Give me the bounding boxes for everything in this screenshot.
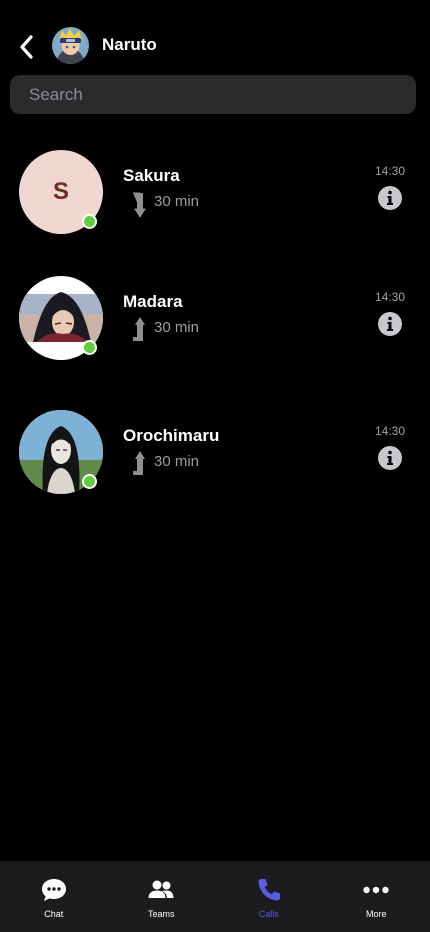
call-duration: 30 min <box>154 319 200 336</box>
online-status-dot <box>82 340 97 355</box>
search-input[interactable] <box>10 75 416 114</box>
call-time: 14:30 <box>374 424 405 438</box>
bottom-tab-bar: Chat Teams Calls More <box>0 861 430 932</box>
tab-chat[interactable]: Chat <box>0 861 108 932</box>
contact-name: Madara <box>123 292 183 311</box>
call-time: 14:30 <box>374 164 405 178</box>
tab-more[interactable]: More <box>323 861 430 932</box>
info-button[interactable] <box>378 312 402 336</box>
call-duration: 30 min <box>154 193 200 210</box>
call-row-sakura[interactable]: S Sakura 30 min 14:30 <box>0 150 430 250</box>
call-time: 14:30 <box>374 290 405 304</box>
arrow-up-icon <box>133 317 145 341</box>
tab-calls[interactable]: Calls <box>215 861 323 932</box>
info-icon <box>378 312 402 336</box>
header-bar: Naruto <box>0 0 430 75</box>
call-duration: 30 min <box>154 453 200 470</box>
contact-name: Sakura <box>123 166 180 185</box>
online-status-dot <box>82 474 97 489</box>
back-button[interactable] <box>16 33 40 61</box>
more-dots-icon <box>363 886 389 894</box>
arrow-up-icon <box>133 451 145 475</box>
contact-name: Orochimaru <box>123 426 220 445</box>
info-icon <box>378 186 402 210</box>
info-button[interactable] <box>378 446 402 470</box>
tab-label: Chat <box>44 909 64 919</box>
tab-label: Calls <box>258 909 279 919</box>
info-icon <box>378 446 402 470</box>
page-title: Naruto <box>102 35 157 54</box>
tab-teams[interactable]: Teams <box>108 861 216 932</box>
naruto-avatar-image[interactable] <box>52 27 89 64</box>
arrow-down-icon <box>133 192 146 218</box>
tab-label: Teams <box>147 909 175 919</box>
call-row-orochimaru[interactable]: Orochimaru 30 min 14:30 <box>0 410 430 510</box>
online-status-dot <box>82 214 97 229</box>
phone-icon <box>258 879 280 901</box>
info-button[interactable] <box>378 186 402 210</box>
call-row-madara[interactable]: Madara 30 min 14:30 <box>0 276 430 376</box>
chat-bubble-icon <box>41 879 66 901</box>
tab-label: More <box>365 909 387 919</box>
chevron-left-icon <box>20 35 33 59</box>
people-icon <box>148 880 174 898</box>
